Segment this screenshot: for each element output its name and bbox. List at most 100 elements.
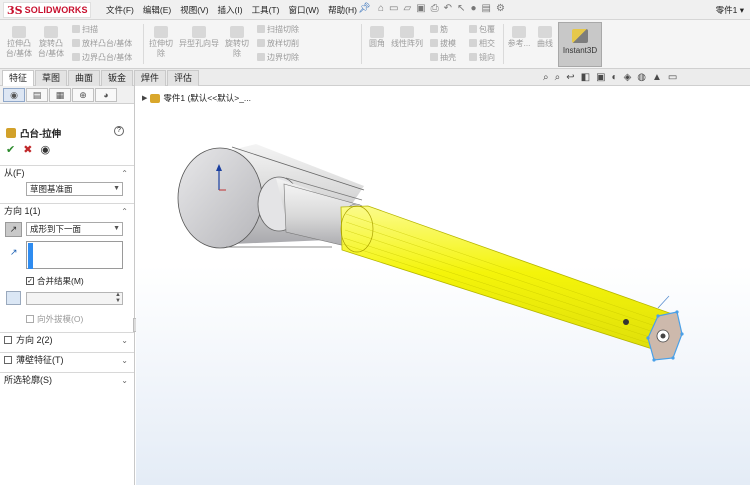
detailed-preview-eye-icon[interactable]: ◉ [40,143,50,156]
display-style-icon[interactable]: ◐ [612,72,618,83]
property-manager-tab-icon[interactable]: ▤ [26,88,48,102]
ribbon-separator [143,24,144,64]
document-title[interactable]: 零件1 ▾ [716,4,744,16]
fillet-button[interactable]: 圆角 [366,26,388,49]
hole-wizard-button[interactable]: 异型孔向导 [177,26,221,49]
from-section-header[interactable]: 从(F) ⌃ [0,165,134,181]
home-icon[interactable]: ⌂ [378,3,384,14]
shell-button[interactable]: 抽壳 [430,52,456,64]
tab-weldments[interactable]: 焊件 [134,70,167,86]
mirror-button[interactable]: 镜向 [469,52,495,64]
extrude-boss-icon [12,26,26,38]
extrude-cut-button[interactable]: 拉伸切除 [147,26,175,59]
options-gear-icon[interactable]: ⚙ [496,3,505,14]
revolve-boss-button[interactable]: 旋转凸台/基体 [36,26,66,59]
thin-feature-section-header[interactable]: 薄壁特征(T) ⌄ [0,352,134,368]
spin-arrows-icon[interactable]: ▲ ▼ [115,292,121,304]
feature-title: 凸台-拉伸 [6,126,61,140]
selected-contours-section-header[interactable]: 所选轮廓(S) ⌄ [0,372,134,388]
command-tabs: 特征 草图 曲面 钣金 焊件 评估 ⌕ ⌕ ↩ ◧ ▣ ◐ ◈ ◍ ▲ ▭ [0,69,750,86]
wrap-button[interactable]: 包覆 [469,24,495,36]
menu-file[interactable]: 文件(F) [106,4,134,16]
direction2-checkbox[interactable] [4,336,12,344]
3d-model-viewport[interactable] [136,86,750,485]
new-document-icon[interactable]: ▭ [389,3,398,14]
boundary-cut-button[interactable]: 边界切除 [257,52,299,64]
section-view-icon[interactable]: ◧ [581,72,590,83]
tab-features[interactable]: 特征 [2,70,35,86]
tab-surfaces[interactable]: 曲面 [68,70,101,86]
zoom-area-icon[interactable]: ⌕ [555,72,561,83]
print-icon[interactable]: ⎙ [431,3,439,14]
rebuild-icon[interactable]: ● [470,3,476,14]
linear-pattern-button[interactable]: 线性阵列 [389,26,425,49]
extrude-boss-button[interactable]: 拉伸凸台/基体 [4,26,34,59]
thin-feature-checkbox[interactable] [4,356,12,364]
from-start-condition-select[interactable]: 草图基准面 ▼ [26,182,123,196]
direction1-section-header[interactable]: 方向 1(1) ⌃ [0,203,134,219]
merge-result-checkbox[interactable]: ✓ 合并结果(M) [26,275,84,287]
revolve-cut-button[interactable]: 旋转切除 [223,26,251,59]
graphics-area[interactable]: ▶ 零件1 (默认<<默认>_... [136,86,750,485]
tab-sketch[interactable]: 草图 [35,70,68,86]
previous-view-icon[interactable]: ↩ [566,72,574,83]
curves-button[interactable]: 曲线 [534,26,556,49]
linear-pattern-icon [400,26,414,38]
wrap-icon [469,25,477,33]
sweep-button[interactable]: 扫描 [72,24,98,36]
end-condition-select[interactable]: 成形到下一面 ▼ [26,222,123,236]
reverse-direction-button[interactable]: ↗ [5,222,22,237]
lofted-cut-button[interactable]: 放样切削 [257,38,299,50]
logo-text: SOLIDWORKS [24,5,88,15]
swept-cut-button[interactable]: 扫描切除 [257,24,299,36]
select-icon[interactable]: ↖ [457,3,465,14]
boundary-boss-button[interactable]: 边界凸台/基体 [72,52,132,64]
curves-icon [538,26,552,38]
revolve-cut-icon [230,26,244,38]
intersect-button[interactable]: 相交 [469,38,495,50]
heads-up-view-toolbar: ⌕ ⌕ ↩ ◧ ▣ ◐ ◈ ◍ ▲ ▭ [543,72,677,83]
configuration-manager-tab-icon[interactable]: ▦ [49,88,71,102]
chevron-down-icon: ⌄ [121,336,128,345]
loft-boss-button[interactable]: 放样凸台/基体 [72,38,132,50]
direction2-section-header[interactable]: 方向 2(2) ⌄ [0,332,134,348]
display-manager-tab-icon[interactable]: ◕ [95,88,117,102]
solidworks-logo[interactable]: 3S SOLIDWORKS [3,2,91,18]
fillet-icon [370,26,384,38]
draft-button[interactable]: 拔模 [430,38,456,50]
dimxpert-tab-icon[interactable]: ⊕ [72,88,94,102]
instant3d-button[interactable]: Instant3D [558,22,602,67]
revolve-boss-icon [44,26,58,38]
open-folder-icon[interactable]: ▱ [404,3,412,14]
face-plane-selection-box[interactable] [26,241,123,269]
help-icon[interactable]: ? [114,126,124,136]
cancel-x-icon[interactable]: ✖ [23,143,32,156]
hide-show-icon[interactable]: ◈ [624,72,632,83]
reference-geometry-button[interactable]: 参考... [506,26,532,49]
menu-edit[interactable]: 编辑(E) [143,4,171,16]
undo-icon[interactable]: ↶ [444,3,452,14]
tab-evaluate[interactable]: 评估 [167,70,200,86]
file-properties-icon[interactable]: ▤ [481,3,490,14]
extrusion-preview [340,205,684,362]
menu-help[interactable]: 帮助(H) [328,4,357,16]
menu-window[interactable]: 窗口(W) [288,4,319,16]
scene-icon[interactable]: ▲ [652,72,662,83]
menu-insert[interactable]: 插入(I) [218,4,243,16]
menu-view[interactable]: 视图(V) [180,4,208,16]
rib-button[interactable]: 筋 [430,24,448,36]
view-orientation-icon[interactable]: ▣ [596,72,605,83]
feature-manager-tab-icon[interactable]: ◉ [3,88,25,102]
tab-sheet-metal[interactable]: 钣金 [101,70,134,86]
save-icon[interactable]: ▣ [416,3,425,14]
edit-appearance-icon[interactable]: ◍ [637,72,646,83]
zoom-to-fit-icon[interactable]: ⌕ [543,72,549,83]
menu-tools[interactable]: 工具(T) [252,4,280,16]
mirror-icon [469,53,477,61]
draft-on-off-icon[interactable] [6,291,21,305]
draft-angle-spinbox[interactable]: ▲ ▼ [26,292,123,305]
draft-outward-checkbox[interactable]: 向外拔模(O) [26,313,83,325]
view-settings-icon[interactable]: ▭ [668,72,677,83]
pin-icon[interactable]: 📌︎ [358,3,371,14]
ok-check-icon[interactable]: ✔ [6,143,15,156]
